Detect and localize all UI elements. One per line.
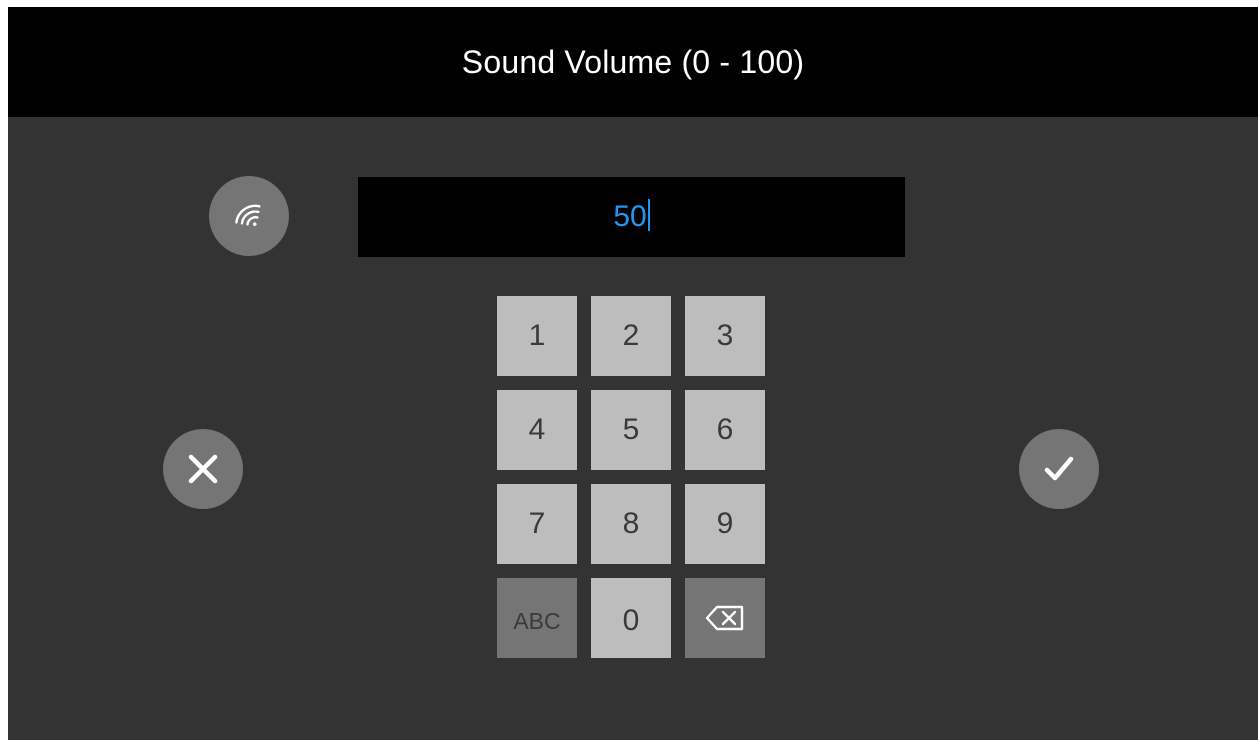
volume-input-field[interactable]: 50 <box>358 177 905 257</box>
key-5[interactable]: 5 <box>591 390 671 470</box>
key-3[interactable]: 3 <box>685 296 765 376</box>
key-6[interactable]: 6 <box>685 390 765 470</box>
key-7[interactable]: 7 <box>497 484 577 564</box>
key-abc[interactable]: ABC <box>497 578 577 658</box>
backspace-key[interactable] <box>685 578 765 658</box>
key-2[interactable]: 2 <box>591 296 671 376</box>
nfc-icon <box>235 204 261 226</box>
dialog-screen: Sound Volume (0 - 100) 50 1 2 3 4 5 6 7 … <box>8 7 1258 740</box>
nfc-button[interactable] <box>209 176 289 256</box>
volume-input-value: 50 <box>613 200 647 233</box>
key-1[interactable]: 1 <box>497 296 577 376</box>
close-icon <box>188 454 218 484</box>
numeric-keypad: 1 2 3 4 5 6 7 8 9 ABC 0 <box>497 296 765 658</box>
checkmark-icon <box>1044 456 1074 481</box>
page-title: Sound Volume (0 - 100) <box>461 43 805 80</box>
confirm-button[interactable] <box>1019 429 1099 509</box>
key-8[interactable]: 8 <box>591 484 671 564</box>
key-0[interactable]: 0 <box>591 578 671 658</box>
header-bar: Sound Volume (0 - 100) <box>8 7 1258 117</box>
cancel-button[interactable] <box>163 429 243 509</box>
key-4[interactable]: 4 <box>497 390 577 470</box>
text-cursor <box>647 199 650 231</box>
backspace-icon <box>705 605 744 631</box>
key-9[interactable]: 9 <box>685 484 765 564</box>
